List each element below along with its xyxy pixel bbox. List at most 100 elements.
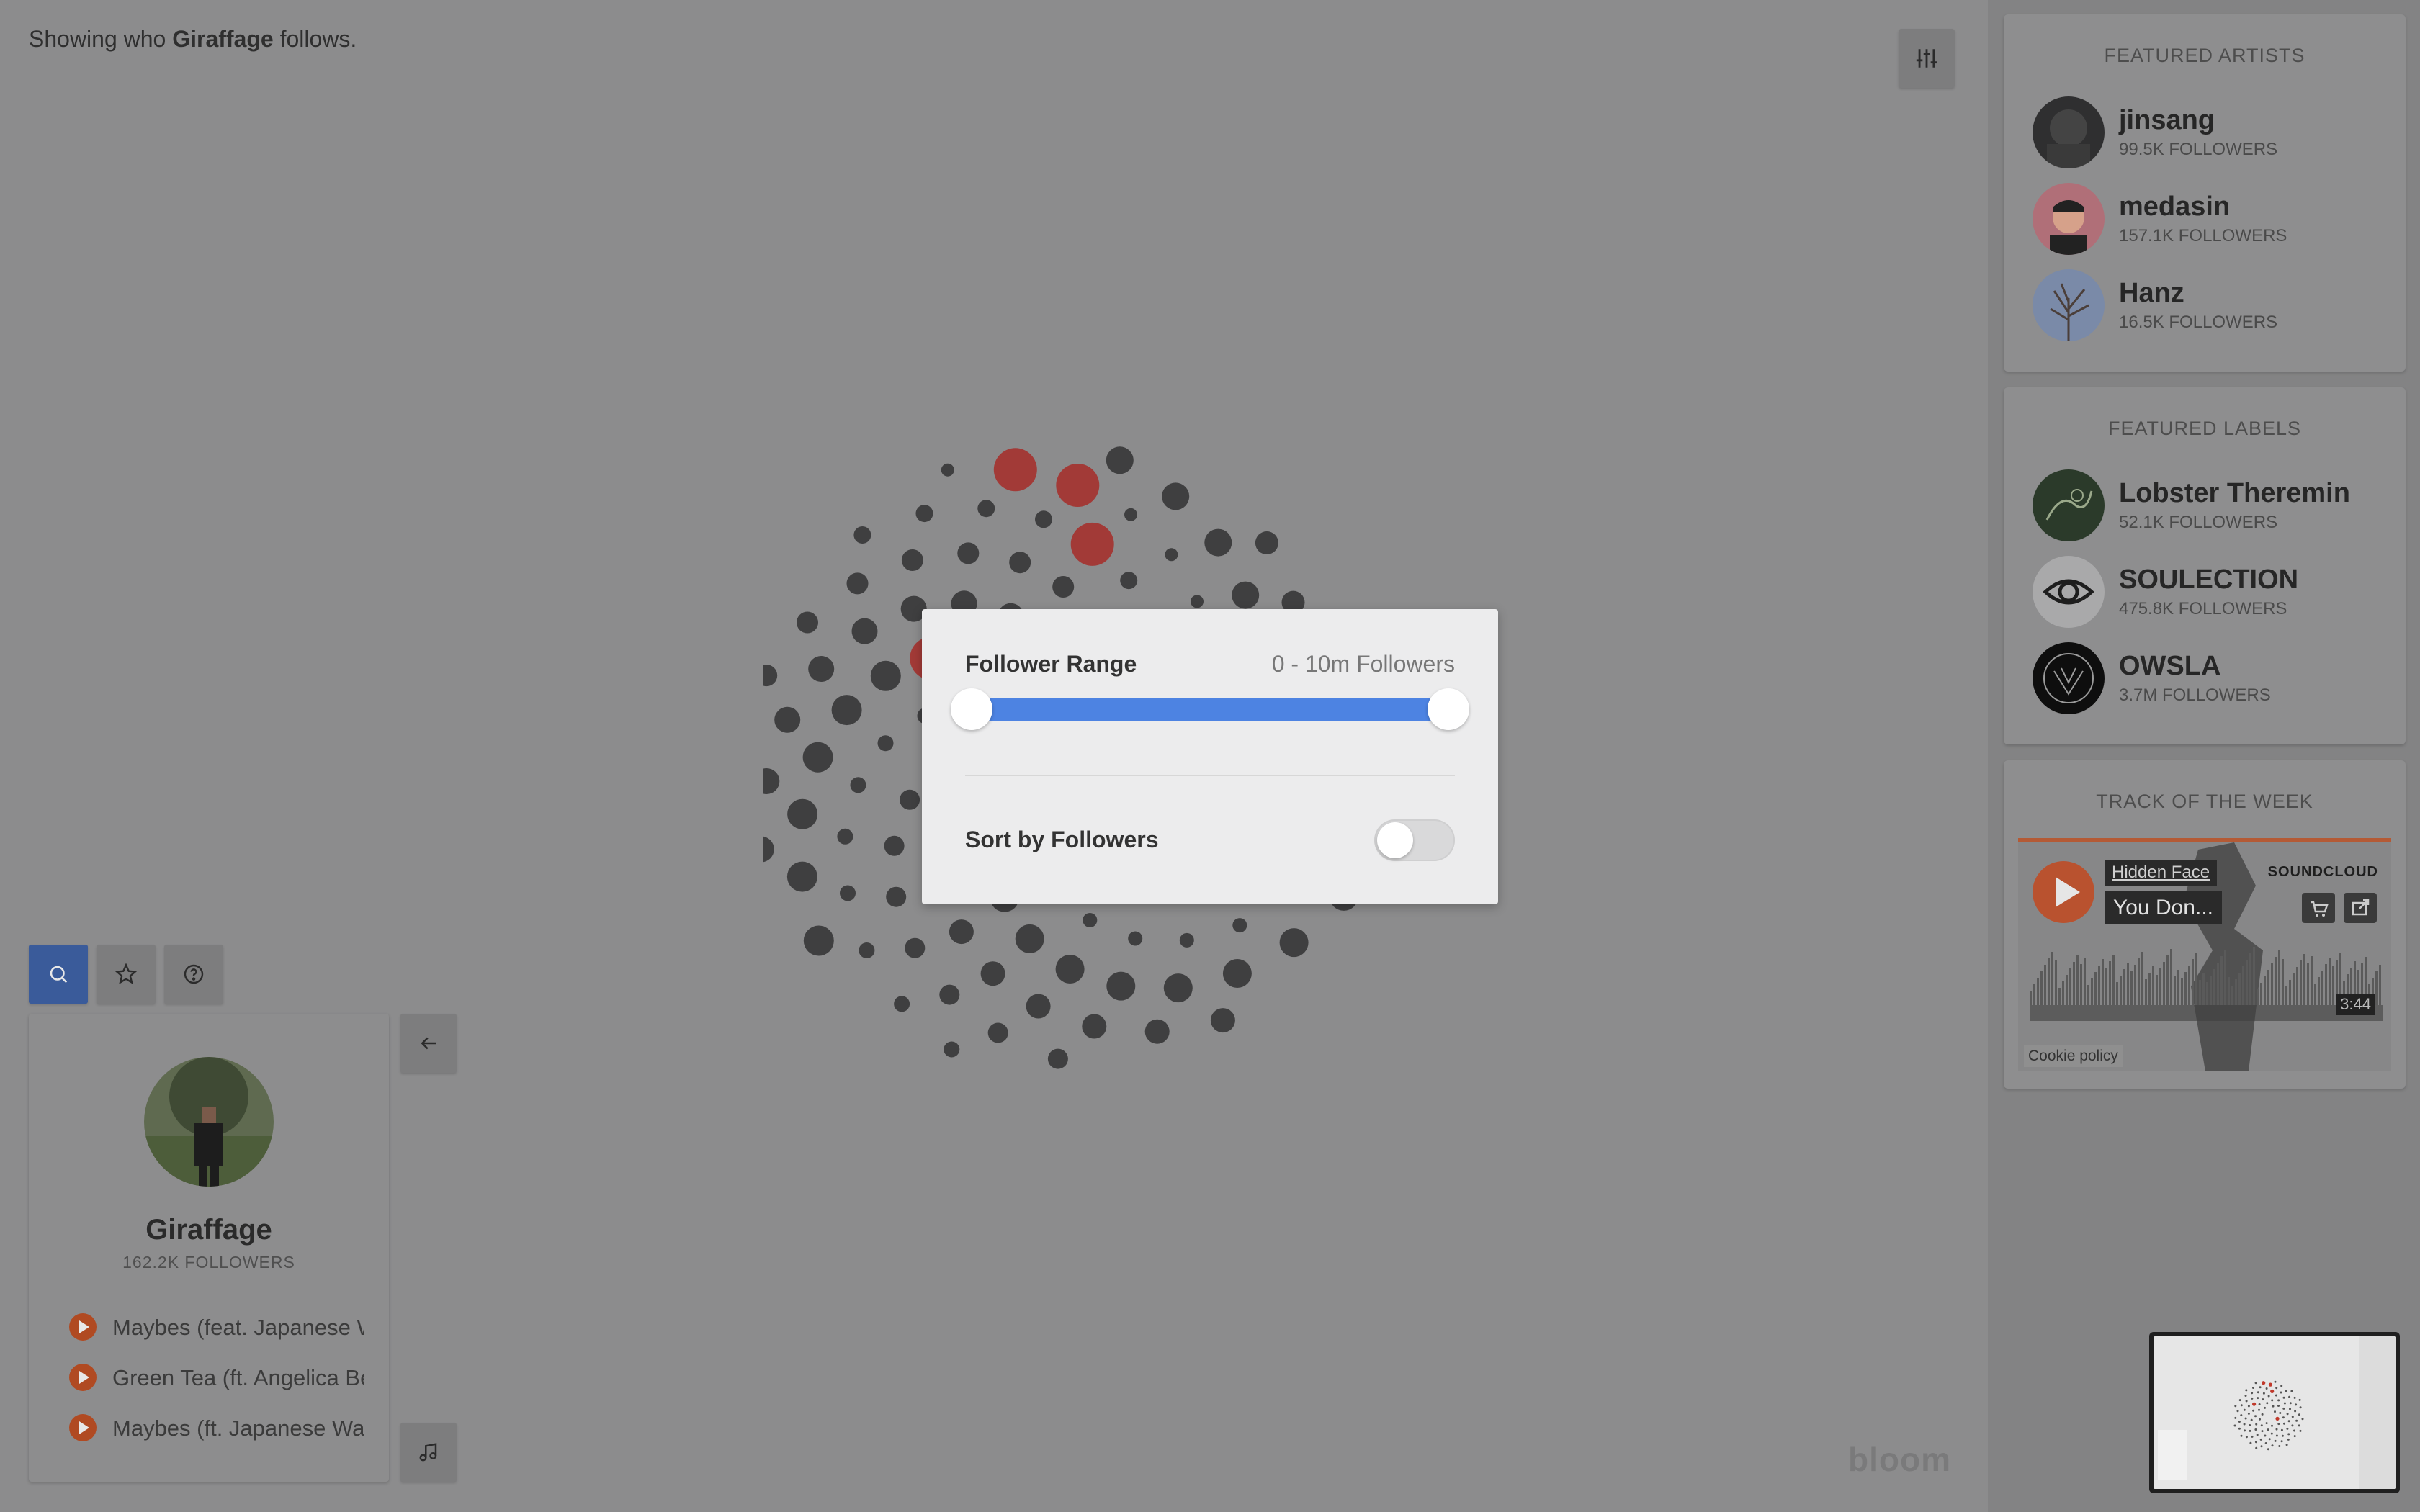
artist-node[interactable] xyxy=(786,861,817,892)
music-button[interactable] xyxy=(400,1423,457,1482)
artist-node[interactable] xyxy=(831,695,862,726)
artist-node[interactable] xyxy=(1162,482,1190,510)
artist-node[interactable] xyxy=(1120,572,1138,590)
artist-node[interactable] xyxy=(1124,508,1137,521)
search-button[interactable] xyxy=(29,945,88,1004)
soundcloud-artist[interactable]: Hidden Face xyxy=(2105,860,2218,886)
artist-node[interactable] xyxy=(1055,955,1085,984)
artist-node[interactable] xyxy=(1279,928,1309,958)
artist-node[interactable] xyxy=(1210,1008,1235,1033)
artist-node[interactable] xyxy=(1204,528,1232,557)
artist-node[interactable] xyxy=(853,526,871,544)
artist-node[interactable] xyxy=(980,961,1005,986)
artist-node[interactable] xyxy=(901,549,923,571)
range-max-handle[interactable] xyxy=(1428,688,1469,730)
artist-node[interactable] xyxy=(763,836,774,863)
artist-node[interactable] xyxy=(1056,464,1100,507)
artist-node[interactable] xyxy=(1165,548,1178,562)
artist-node[interactable] xyxy=(1082,1014,1107,1039)
cookie-policy-link[interactable]: Cookie policy xyxy=(2024,1045,2123,1067)
artist-node[interactable] xyxy=(987,1022,1008,1043)
artist-node[interactable] xyxy=(1222,959,1252,988)
buy-button[interactable] xyxy=(2302,893,2335,923)
artist-node[interactable] xyxy=(808,656,835,682)
artist-node[interactable] xyxy=(837,828,853,845)
artist-node[interactable] xyxy=(802,742,833,773)
artist-node[interactable] xyxy=(993,448,1037,492)
label-item[interactable]: SOULECTION 475.8K FOLLOWERS xyxy=(2033,556,2393,628)
artist-node[interactable] xyxy=(774,706,801,733)
back-button[interactable] xyxy=(400,1014,457,1073)
sort-toggle[interactable] xyxy=(1374,819,1455,861)
label-item[interactable]: Lobster Theremin 52.1K FOLLOWERS xyxy=(2033,469,2393,541)
artist-node[interactable] xyxy=(1255,531,1278,554)
artist-node[interactable] xyxy=(803,925,834,956)
artist-node[interactable] xyxy=(763,665,778,687)
soundcloud-track[interactable]: You Don... xyxy=(2105,891,2222,924)
minimap-node xyxy=(2247,1405,2250,1408)
help-button[interactable] xyxy=(164,945,223,1004)
artist-node[interactable] xyxy=(840,885,856,901)
filter-button[interactable] xyxy=(1899,29,1955,88)
track-item[interactable]: Green Tea (ft. Angelica Bess) xyxy=(69,1362,364,1394)
artist-item[interactable]: jinsang 99.5K FOLLOWERS xyxy=(2033,96,2393,168)
artist-node[interactable] xyxy=(850,777,866,793)
artist-node[interactable] xyxy=(1191,595,1204,608)
artist-node[interactable] xyxy=(1083,913,1098,927)
minimap-node xyxy=(2245,1436,2248,1439)
artist-node[interactable] xyxy=(884,835,905,856)
soundcloud-play-button[interactable] xyxy=(2033,861,2094,923)
artist-node[interactable] xyxy=(957,542,980,564)
artist-node[interactable] xyxy=(1070,522,1114,566)
artist-node[interactable] xyxy=(846,572,869,595)
caption-user[interactable]: Giraffage xyxy=(172,26,273,52)
soundcloud-logo[interactable]: SOUNDCLOUD xyxy=(2268,864,2378,881)
play-icon[interactable] xyxy=(69,1313,97,1341)
follower-range-track[interactable] xyxy=(965,698,1455,721)
artist-node[interactable] xyxy=(1035,510,1052,528)
artist-node[interactable] xyxy=(977,500,995,518)
favorites-button[interactable] xyxy=(97,945,156,1004)
artist-node[interactable] xyxy=(1106,971,1136,1001)
artist-node[interactable] xyxy=(797,611,818,634)
profile-avatar[interactable] xyxy=(144,1057,274,1187)
artist-node[interactable] xyxy=(886,886,907,907)
artist-node[interactable] xyxy=(1232,581,1260,609)
artist-node[interactable] xyxy=(905,937,926,958)
minimap[interactable] xyxy=(2149,1332,2400,1493)
artist-node[interactable] xyxy=(1015,924,1044,953)
artist-node[interactable] xyxy=(894,996,910,1012)
track-item[interactable]: Maybes (ft. Japanese Wallpaper) xyxy=(69,1413,364,1444)
artist-node[interactable] xyxy=(939,984,960,1005)
artist-item[interactable]: Hanz 16.5K FOLLOWERS xyxy=(2033,269,2393,341)
artist-node[interactable] xyxy=(915,505,933,523)
share-button[interactable] xyxy=(2344,893,2377,923)
artist-node[interactable] xyxy=(949,919,974,945)
artist-node[interactable] xyxy=(1106,446,1134,474)
artist-node[interactable] xyxy=(1047,1048,1068,1069)
artist-node[interactable] xyxy=(787,798,818,829)
artist-node[interactable] xyxy=(859,942,875,958)
play-icon[interactable] xyxy=(69,1364,97,1391)
artist-node[interactable] xyxy=(1144,1019,1170,1044)
artist-node[interactable] xyxy=(851,618,878,644)
artist-node[interactable] xyxy=(1128,931,1143,946)
range-min-handle[interactable] xyxy=(951,688,992,730)
artist-node[interactable] xyxy=(1232,918,1247,933)
artist-node[interactable] xyxy=(1052,576,1075,598)
artist-node[interactable] xyxy=(944,1041,960,1058)
artist-node[interactable] xyxy=(900,789,920,810)
artist-node[interactable] xyxy=(1163,973,1193,1003)
play-icon[interactable] xyxy=(69,1414,97,1441)
artist-node[interactable] xyxy=(763,768,780,794)
artist-node[interactable] xyxy=(877,735,894,752)
artist-node[interactable] xyxy=(1026,994,1051,1019)
artist-node[interactable] xyxy=(1009,552,1031,574)
artist-node[interactable] xyxy=(941,463,954,477)
artist-item[interactable]: medasin 157.1K FOLLOWERS xyxy=(2033,183,2393,255)
artist-node[interactable] xyxy=(870,660,901,691)
artist-node[interactable] xyxy=(1179,932,1194,948)
track-item[interactable]: Maybes (feat. Japanese Wallpaper) xyxy=(69,1312,364,1344)
avatar xyxy=(2033,642,2105,714)
label-item[interactable]: OWSLA 3.7M FOLLOWERS xyxy=(2033,642,2393,714)
